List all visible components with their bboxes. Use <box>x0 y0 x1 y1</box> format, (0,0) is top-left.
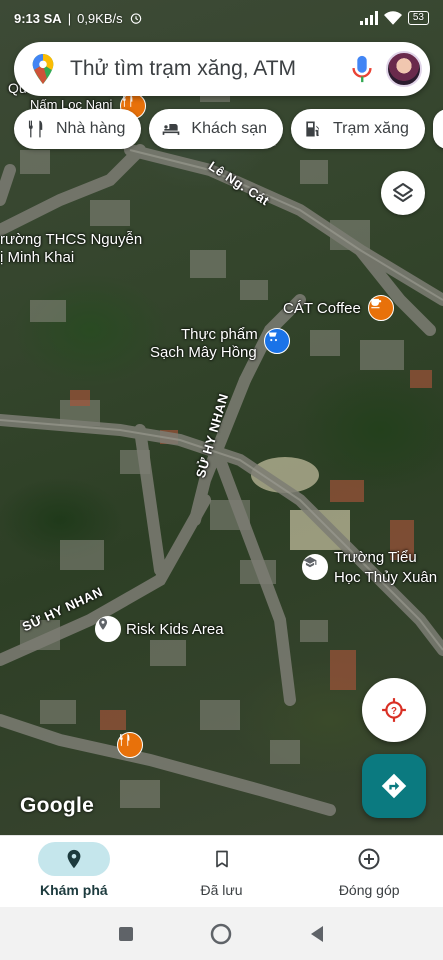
bottom-navigation: Khám phá Đã lưu Đóng góp <box>0 835 443 907</box>
directions-button[interactable] <box>362 754 426 818</box>
chip-more[interactable] <box>432 109 443 149</box>
nav-label: Đóng góp <box>338 882 400 898</box>
chip-gas-stations[interactable]: Trạm xăng <box>291 109 425 149</box>
nav-label: Đã lưu <box>200 882 243 898</box>
map-label-thcs-line1: rường THCS Nguyễn <box>0 231 143 248</box>
nav-saved[interactable]: Đã lưu <box>148 836 296 907</box>
chip-hotels[interactable]: Khách sạn <box>149 109 283 149</box>
map-label-thuc-pham-line1: Thực phẩm <box>181 326 258 343</box>
google-maps-pin-icon <box>32 54 54 84</box>
nav-explore[interactable]: Khám phá <box>0 836 148 907</box>
map-label-thcs-line2: ị Minh Khai <box>0 249 75 266</box>
recent-apps-icon[interactable] <box>118 926 134 942</box>
map-label-cat-coffee: CÁT Coffee <box>283 300 361 317</box>
location-unknown-icon: ? <box>382 698 406 722</box>
restaurant-icon <box>28 120 43 138</box>
nav-label: Khám phá <box>39 882 108 898</box>
nav-saved-pill <box>186 842 258 876</box>
battery-indicator: 53 <box>407 11 429 25</box>
map-label-truong-line2: Học Thủy Xuân <box>334 569 438 586</box>
google-attribution-logo: Google <box>20 794 95 817</box>
map-label-truong-line1: Trường Tiểu <box>334 549 417 566</box>
directions-icon <box>381 773 407 799</box>
place-pin-poi-icon[interactable] <box>95 616 121 642</box>
category-chips: Nhà hàng Khách sạn Trạm xăng <box>14 109 443 149</box>
net-speed: 0,9KB/s <box>77 10 123 26</box>
home-icon[interactable] <box>210 923 232 945</box>
map-label-risk-kids: Risk Kids Area <box>126 621 224 638</box>
chip-label: Trạm xăng <box>333 120 409 137</box>
add-circle-icon <box>358 848 380 870</box>
status-time: 9:13 SA <box>14 10 62 26</box>
back-icon[interactable] <box>309 925 325 943</box>
chip-restaurants[interactable]: Nhà hàng <box>14 109 142 149</box>
nav-contribute-pill <box>333 842 405 876</box>
signal-icon <box>359 11 378 25</box>
search-bar[interactable]: Thử tìm trạm xăng, ATM <box>14 42 430 96</box>
microphone-icon[interactable] <box>350 54 374 84</box>
my-location-button[interactable]: ? <box>362 678 426 742</box>
coffee-poi-icon[interactable] <box>368 295 394 321</box>
chip-label: Khách sạn <box>191 120 267 137</box>
shopping-cart-poi-icon[interactable] <box>264 328 290 354</box>
chip-label: Nhà hàng <box>56 120 126 137</box>
hotel-icon <box>163 124 180 135</box>
explore-pin-icon <box>67 849 81 869</box>
map-layers-button[interactable] <box>381 171 425 215</box>
search-input[interactable]: Thử tìm trạm xăng, ATM <box>70 57 350 81</box>
layers-icon <box>393 183 413 202</box>
alarm-icon <box>130 13 141 24</box>
status-bar: 9:13 SA | 0,9KB/s 53 <box>0 0 443 36</box>
account-avatar[interactable] <box>386 51 422 87</box>
map-label-thuc-pham-line2: Sạch Mây Hồng <box>150 344 257 361</box>
separator: | <box>67 10 72 26</box>
gas-station-icon <box>306 121 319 137</box>
system-navigation-bar <box>0 907 443 960</box>
school-poi-icon[interactable] <box>302 554 328 580</box>
bookmark-icon <box>215 850 228 868</box>
wifi-icon <box>383 11 402 25</box>
nav-explore-pill <box>37 842 110 876</box>
svg-text:?: ? <box>391 706 397 717</box>
restaurant-poi-icon-2[interactable] <box>117 732 143 758</box>
nav-contribute[interactable]: Đóng góp <box>295 836 443 907</box>
